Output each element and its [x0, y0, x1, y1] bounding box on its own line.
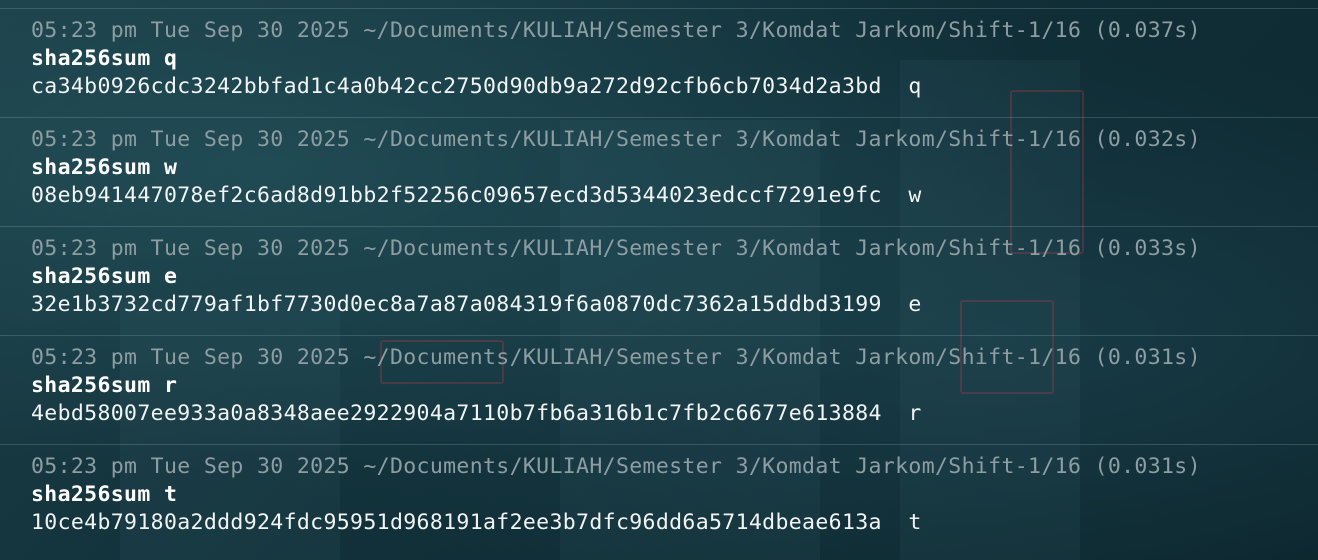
hash-value: 08eb941447078ef2c6ad8d91bb2f52256c09657e… — [31, 183, 882, 208]
hash-value: 10ce4b79180a2ddd924fdc95951d968191af2ee3… — [31, 510, 882, 535]
command-line: sha256sum r — [31, 373, 178, 398]
command-line: sha256sum e — [31, 264, 178, 289]
prompt-line: 05:23 pm Tue Sep 30 2025 ~/Documents/KUL… — [31, 127, 1201, 152]
command-line: sha256sum t — [31, 482, 178, 507]
output-line: 10ce4b79180a2ddd924fdc95951d968191af2ee3… — [31, 509, 922, 537]
file-name: e — [908, 292, 922, 317]
command-line: sha256sum q — [31, 46, 178, 71]
prompt-line: 05:23 pm Tue Sep 30 2025 ~/Documents/KUL… — [31, 236, 1201, 261]
prompt-line: 05:23 pm Tue Sep 30 2025 ~/Documents/KUL… — [31, 454, 1201, 479]
file-name: q — [908, 74, 922, 99]
command-block: 05:23 pm Tue Sep 30 2025 ~/Documents/KUL… — [0, 335, 1318, 443]
file-name: w — [908, 183, 922, 208]
hash-value: ca34b0926cdc3242bbfad1c4a0b42cc2750d90db… — [31, 74, 882, 99]
output-line: 08eb941447078ef2c6ad8d91bb2f52256c09657e… — [31, 182, 922, 210]
output-line: 4ebd58007ee933a0a8348aee2922904a7110b7fb… — [31, 400, 922, 428]
command-block: 05:23 pm Tue Sep 30 2025 ~/Documents/KUL… — [0, 8, 1318, 116]
file-name: r — [908, 401, 922, 426]
output-line: 32e1b3732cd779af1bf7730d0ec8a7a87a084319… — [31, 291, 922, 319]
output-line: ca34b0926cdc3242bbfad1c4a0b42cc2750d90db… — [31, 73, 922, 101]
command-block: 05:23 pm Tue Sep 30 2025 ~/Documents/KUL… — [0, 226, 1318, 334]
prompt-line: 05:23 pm Tue Sep 30 2025 ~/Documents/KUL… — [31, 345, 1201, 370]
hash-value: 32e1b3732cd779af1bf7730d0ec8a7a87a084319… — [31, 292, 882, 317]
command-block: 05:23 pm Tue Sep 30 2025 ~/Documents/KUL… — [0, 117, 1318, 225]
command-block: 05:23 pm Tue Sep 30 2025 ~/Documents/KUL… — [0, 444, 1318, 552]
file-name: t — [908, 510, 922, 535]
terminal-output[interactable]: 05:23 pm Tue Sep 30 2025 ~/Documents/KUL… — [0, 0, 1318, 560]
prompt-line: 05:23 pm Tue Sep 30 2025 ~/Documents/KUL… — [31, 18, 1201, 43]
hash-value: 4ebd58007ee933a0a8348aee2922904a7110b7fb… — [31, 401, 882, 426]
command-line: sha256sum w — [31, 155, 178, 180]
